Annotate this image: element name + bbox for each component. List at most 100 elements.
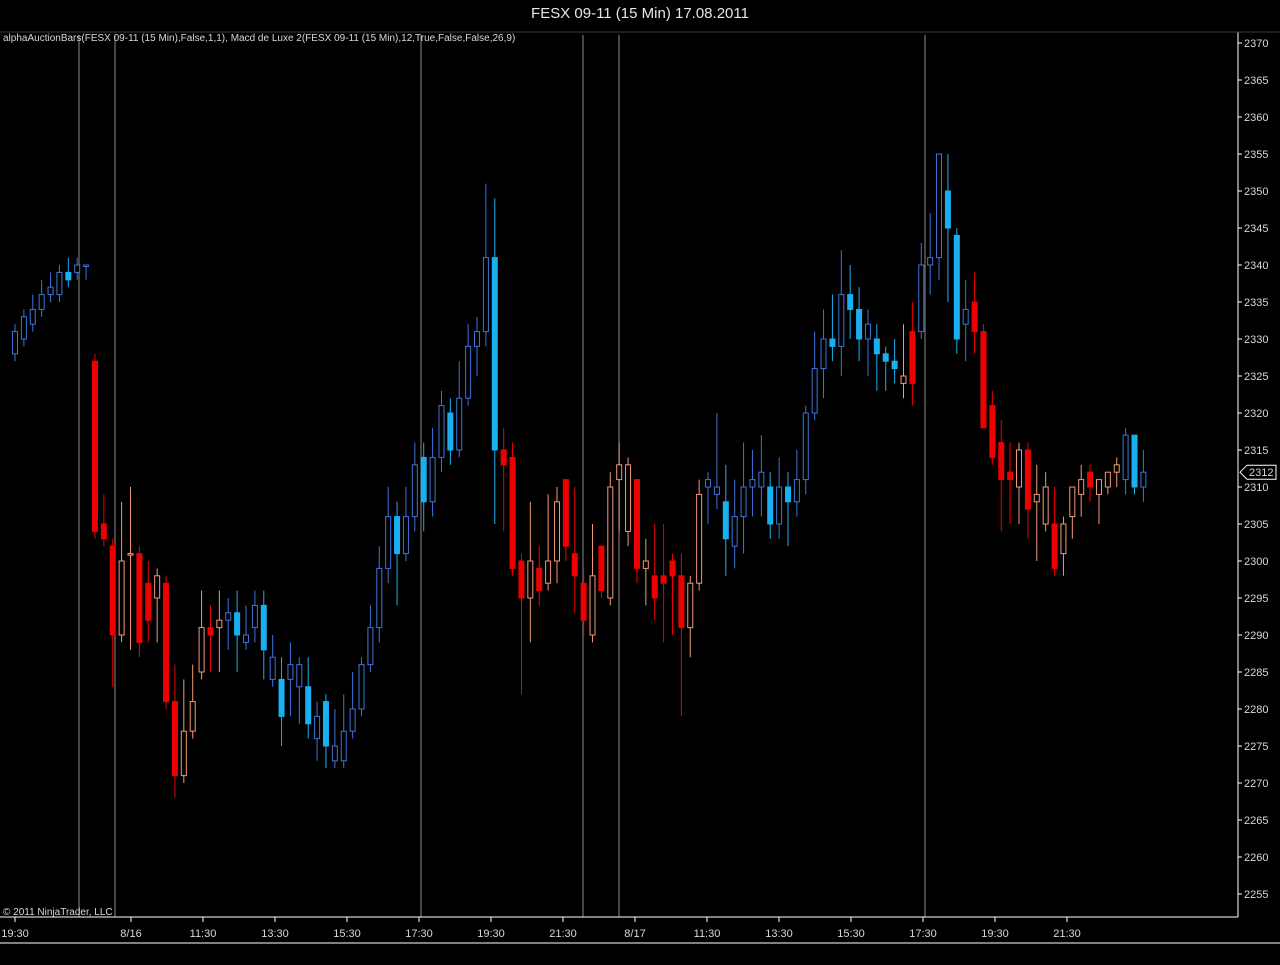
candle-body <box>936 153 943 259</box>
candle <box>776 457 783 539</box>
candle <box>909 302 916 406</box>
candle <box>936 153 943 280</box>
candle <box>705 472 712 524</box>
candle <box>571 487 578 613</box>
candle <box>358 657 365 717</box>
candle <box>1078 464 1085 517</box>
candle <box>394 501 401 606</box>
candle-body <box>758 471 765 488</box>
candle-body <box>820 338 827 370</box>
y-tick-label: 2320 <box>1244 408 1268 420</box>
y-tick-label: 2310 <box>1244 482 1268 494</box>
candle-body <box>1104 471 1111 488</box>
candle-body <box>1033 493 1040 503</box>
candle-body <box>385 516 392 569</box>
candle-body <box>269 656 276 680</box>
candle-body <box>198 627 205 673</box>
candle <box>989 390 996 465</box>
candle-body <box>358 664 365 710</box>
candle-body <box>847 294 854 310</box>
candle <box>998 420 1005 532</box>
candle-body <box>1131 434 1138 488</box>
candle-body <box>509 456 516 569</box>
candle <box>474 316 481 376</box>
candle <box>838 250 845 376</box>
candle-body <box>349 708 356 732</box>
candle <box>545 494 552 591</box>
candle <box>553 487 560 584</box>
candle <box>198 590 205 680</box>
candle <box>331 709 338 769</box>
candle-body <box>500 449 507 466</box>
candle-body <box>598 545 605 592</box>
candle <box>722 464 729 576</box>
candle <box>225 598 232 650</box>
candle <box>1069 486 1076 539</box>
candle-body <box>696 493 703 584</box>
x-tick-label: 19:30 <box>477 928 505 940</box>
candle-body <box>314 715 321 740</box>
candle-body <box>1024 449 1031 510</box>
y-tick-label: 2325 <box>1244 371 1268 383</box>
candle-body <box>429 456 436 503</box>
candle-body <box>971 301 978 333</box>
candle <box>136 546 143 658</box>
candle-body <box>491 257 498 451</box>
candle-body <box>776 486 783 525</box>
candle <box>145 561 152 643</box>
candle <box>864 309 871 376</box>
candle-body <box>465 345 472 399</box>
candle <box>109 538 116 687</box>
candle <box>12 324 18 362</box>
price-chart[interactable]: 2255 2260 2265 2270 2275 2280 2285 2290 2295 2300… <box>0 0 1280 965</box>
candle-body <box>731 516 738 547</box>
candle <box>420 442 427 532</box>
y-tick-label: 2300 <box>1244 556 1268 568</box>
candlestick-bars <box>12 153 1147 798</box>
candle-body <box>545 560 552 584</box>
candle-body <box>482 257 489 333</box>
candle <box>260 590 267 680</box>
candle <box>1131 434 1138 495</box>
y-tick-label: 2365 <box>1244 75 1268 87</box>
y-tick-label: 2295 <box>1244 593 1268 605</box>
candle <box>696 479 703 591</box>
candle <box>189 664 196 739</box>
candle-body <box>234 612 241 636</box>
candle <box>127 487 134 650</box>
candle <box>660 524 667 643</box>
candle-body <box>811 368 818 414</box>
candle <box>216 590 223 672</box>
candle <box>500 427 507 532</box>
candle-body <box>29 308 36 325</box>
candle-body <box>322 701 329 747</box>
candle <box>376 546 383 643</box>
candle-body <box>154 575 161 599</box>
indicator-label: alphaAuctionBars(FESX 09-11 (15 Min),Fal… <box>3 33 516 44</box>
candle <box>616 442 623 532</box>
candle-body <box>83 264 90 267</box>
x-tick-label: 21:30 <box>1053 928 1081 940</box>
candle <box>518 553 525 695</box>
candle-body <box>580 582 587 621</box>
candle-body <box>784 486 791 503</box>
candle-body <box>1069 486 1076 518</box>
candle <box>687 575 694 658</box>
candle-body <box>163 582 170 703</box>
candle <box>642 538 649 606</box>
candle-body <box>1122 434 1129 481</box>
candle <box>509 442 516 576</box>
candle-body <box>536 567 543 592</box>
candle-body <box>225 612 232 621</box>
candle <box>234 590 241 672</box>
candle-body <box>607 486 614 599</box>
candle-body <box>251 604 258 629</box>
candle-body <box>189 701 196 732</box>
x-tick-label: 15:30 <box>333 928 361 940</box>
y-tick-label: 2335 <box>1244 297 1268 309</box>
time-axis[interactable]: 19:30 8/16 11:30 13:30 15:30 17:30 19:30 21:30 8… <box>1 917 1081 940</box>
candle-body <box>340 730 347 762</box>
candle <box>829 294 836 362</box>
candle <box>56 265 63 302</box>
candle-body <box>553 501 560 562</box>
